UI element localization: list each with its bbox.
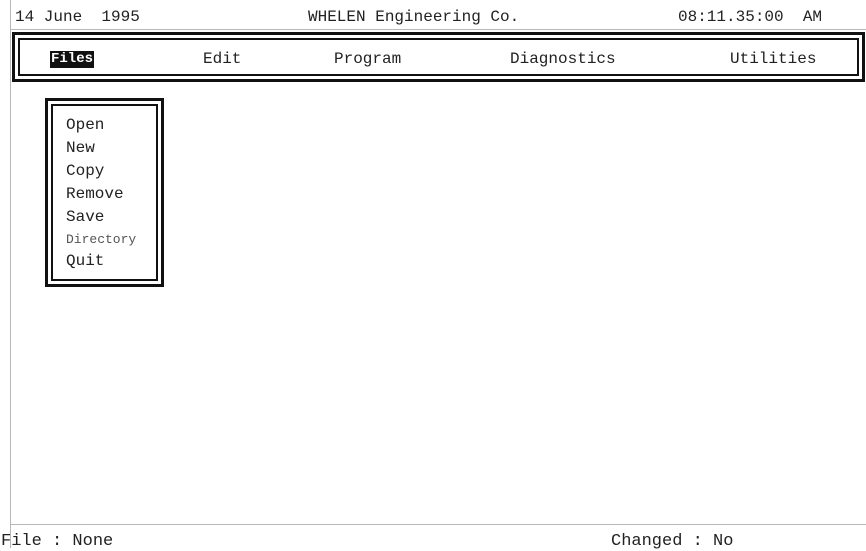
menu-item-quit[interactable]: Quit [66, 250, 104, 272]
menu-item-directory[interactable]: Directory [66, 229, 136, 251]
menu-utilities[interactable]: Utilities [730, 50, 816, 68]
top-status-line: 14 June 1995 WHELEN Engineering Co. 08:1… [10, 0, 866, 30]
menu-item-remove[interactable]: Remove [66, 183, 124, 205]
changed-status: Changed : No [611, 532, 734, 551]
terminal-screen: 14 June 1995 WHELEN Engineering Co. 08:1… [0, 0, 866, 551]
date-display: 14 June 1995 [15, 8, 140, 26]
menu-files[interactable]: Files [50, 51, 95, 68]
files-dropdown-menu: Open New Copy Remove Save Directory Quit [45, 98, 164, 287]
menu-diagnostics[interactable]: Diagnostics [510, 50, 616, 68]
menu-item-copy[interactable]: Copy [66, 160, 104, 182]
left-divider [10, 30, 11, 524]
menu-item-open[interactable]: Open [66, 114, 104, 136]
menu-item-new[interactable]: New [66, 137, 95, 159]
file-status: File : None [1, 532, 114, 551]
menu-item-save[interactable]: Save [66, 206, 104, 228]
company-name: WHELEN Engineering Co. [308, 8, 520, 26]
menu-edit[interactable]: Edit [203, 50, 241, 68]
time-display: 08:11.35:00 AM [678, 8, 823, 26]
menu-bar: Files Edit Program Diagnostics Utilities [12, 32, 865, 82]
menu-program[interactable]: Program [334, 50, 401, 68]
bottom-status-line: File : None Changed : No [1, 524, 866, 551]
